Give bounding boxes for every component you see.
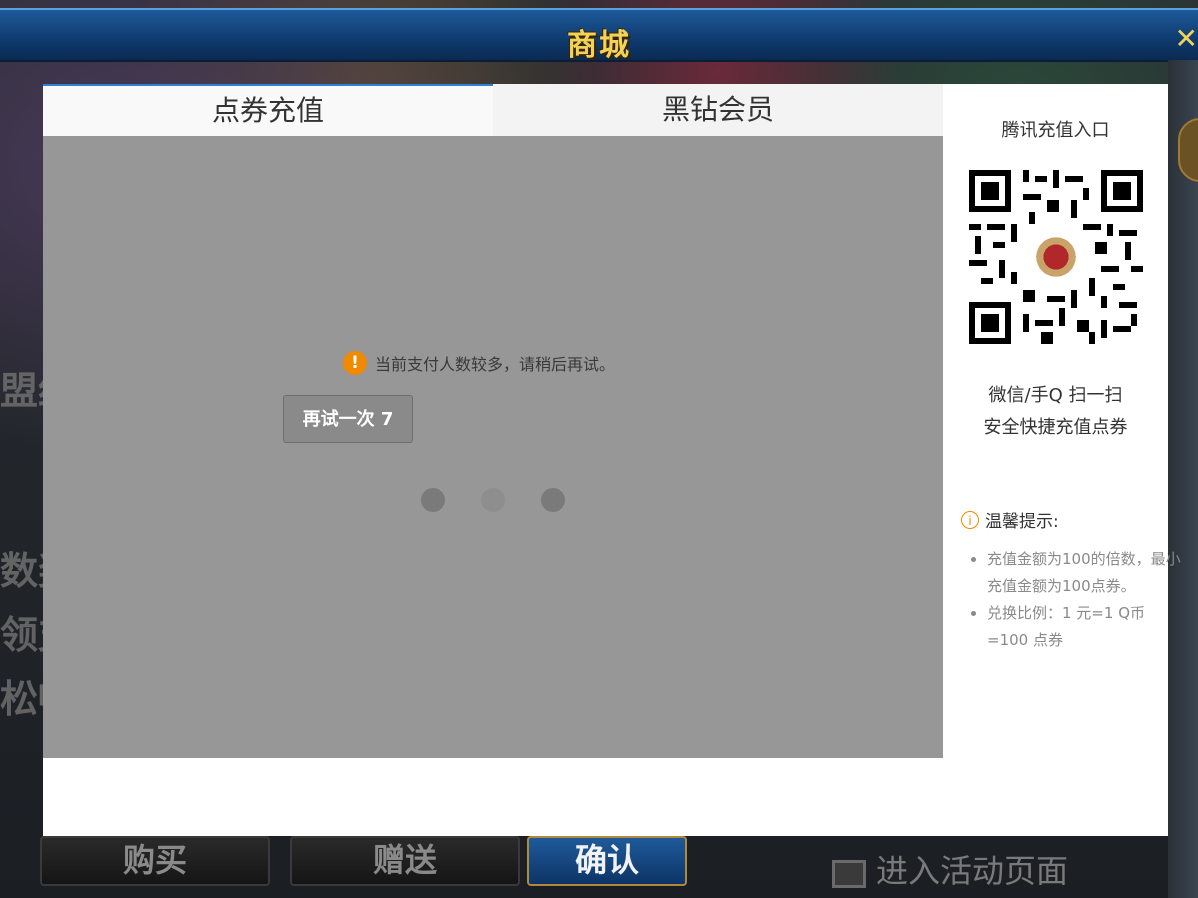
loading-dot (541, 488, 565, 512)
buy-button[interactable]: 购买 (40, 836, 270, 886)
busy-notice-text: 当前支付人数较多，请稍后再试。 (375, 355, 616, 374)
warning-icon: ! (343, 351, 367, 375)
gift-button[interactable]: 赠送 (290, 836, 520, 886)
tip-item: 充值金额为100的倍数，最小充值金额为100点券。 (987, 546, 1183, 600)
checkbox-icon (832, 859, 866, 888)
info-icon: i (961, 510, 979, 529)
tab-coupon-recharge[interactable]: 点券充值 (43, 84, 493, 136)
tip-item: 兑换比例：1 元=1 Q币=100 点券 (987, 600, 1183, 654)
tips-title: 温馨提示: (985, 512, 1059, 532)
confirm-button[interactable]: 确认 (527, 836, 687, 886)
loading-dot (421, 488, 445, 512)
tips-list: 充值金额为100的倍数，最小充值金额为100点券。 兑换比例：1 元=1 Q币=… (961, 546, 1183, 654)
loading-dot (481, 488, 505, 512)
busy-notice: ! 当前支付人数较多，请稍后再试。 (343, 351, 615, 375)
close-icon[interactable]: ✕ (1175, 22, 1198, 55)
activity-link-label: 进入活动页面 (876, 852, 1069, 890)
tips-heading: i 温馨提示: (961, 507, 1059, 532)
qr-code-icon (969, 170, 1143, 344)
scan-instructions: 微信/手Q 扫一扫 安全快捷充值点券 (943, 380, 1168, 444)
side-panel: 腾讯充值入口 微信/手Q 扫一扫 安全快捷充值点券 i 温馨提示: • 充值金额… (943, 84, 1181, 836)
recharge-tabs: 点券充值 黑钻会员 (43, 84, 943, 136)
recharge-modal: 点券充值 黑钻会员 ! 当前支付人数较多，请稍后再试。 再试一次 7 腾讯充值入… (43, 84, 1181, 836)
right-panel-edge (1168, 60, 1198, 898)
activity-page-link[interactable]: 进入活动页面 (832, 846, 1068, 892)
tab-black-diamond-member[interactable]: 黑钻会员 (493, 84, 943, 136)
scan-line-1: 微信/手Q 扫一扫 (988, 385, 1123, 406)
side-title: 腾讯充值入口 (1001, 120, 1110, 141)
retry-button[interactable]: 再试一次 7 (283, 395, 413, 443)
shop-title-bar: 商城 ✕ (0, 8, 1198, 63)
loading-overlay: ! 当前支付人数较多，请稍后再试。 再试一次 7 (43, 136, 943, 758)
scan-line-2: 安全快捷充值点券 (983, 417, 1128, 438)
coin-icon (1178, 118, 1198, 182)
shop-title: 商城 (567, 28, 631, 63)
